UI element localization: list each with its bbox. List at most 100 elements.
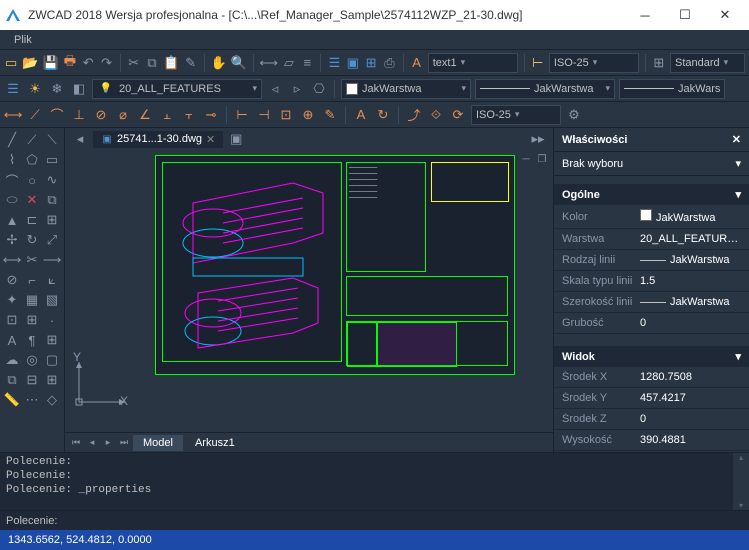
match-icon[interactable]: ✎ xyxy=(183,54,197,72)
new-tab-icon[interactable]: ▣ xyxy=(227,130,245,148)
layer-dropdown[interactable]: 💡 20_ALL_FEATURES▾ xyxy=(92,79,262,99)
redo-icon[interactable]: ↷ xyxy=(99,54,113,72)
copy-icon[interactable]: ⧉ xyxy=(145,54,159,72)
dim-baseline-icon[interactable]: ⫟ xyxy=(180,106,198,124)
center-mark-icon[interactable]: ⊕ xyxy=(299,106,317,124)
zoom-icon[interactable]: 🔍 xyxy=(231,54,247,72)
linetype-dropdown[interactable]: JakWarstwa▾ xyxy=(475,79,615,99)
property-row[interactable]: KolorJakWarstwa xyxy=(554,205,749,229)
move-icon[interactable]: ✢ xyxy=(3,231,21,249)
undo-icon[interactable]: ↶ xyxy=(81,54,95,72)
dim-linear-icon[interactable]: ⟷ xyxy=(4,106,22,124)
table-icon[interactable]: ⊞ xyxy=(652,54,666,72)
tab-nav-right[interactable]: ▸▸ xyxy=(529,130,547,148)
spline-icon[interactable]: ∿ xyxy=(43,171,61,189)
tool1-icon[interactable]: ⎙ xyxy=(382,54,396,72)
revcloud-icon[interactable]: ☁ xyxy=(3,351,21,369)
list-icon[interactable]: ≡ xyxy=(300,54,314,72)
dim-aligned-icon[interactable]: ⟋ xyxy=(26,106,44,124)
distance-icon[interactable]: ⟷ xyxy=(260,54,278,72)
explode-icon[interactable]: ✦ xyxy=(3,291,21,309)
layer-freeze-icon[interactable]: ❄ xyxy=(48,80,66,98)
pan-icon[interactable]: ✋ xyxy=(211,54,227,72)
break-icon[interactable]: ⊘ xyxy=(3,271,21,289)
dim-quick-icon[interactable]: ⫠ xyxy=(158,106,176,124)
save-icon[interactable]: 💾 xyxy=(43,54,59,72)
text-tool-icon[interactable]: A xyxy=(3,331,21,349)
rectangle-icon[interactable]: ▭ xyxy=(43,151,61,169)
dim-arc-icon[interactable]: ⌒ xyxy=(48,106,66,124)
layer-tool-icon[interactable]: ⎔ xyxy=(310,80,328,98)
command-input[interactable] xyxy=(61,515,743,527)
cut-icon[interactable]: ✂ xyxy=(127,54,141,72)
model-tab[interactable]: Model xyxy=(133,435,183,451)
dim-update-icon[interactable]: ↻ xyxy=(374,106,392,124)
xline-icon[interactable]: ⟍ xyxy=(43,131,61,149)
dim-style-manager-icon[interactable]: ⚙ xyxy=(565,106,583,124)
open-icon[interactable]: 📂 xyxy=(22,54,38,72)
chamfer-icon[interactable]: ⟀ xyxy=(43,271,61,289)
color-dropdown[interactable]: JakWarstwa▾ xyxy=(341,79,471,99)
polygon-icon[interactable]: ⬠ xyxy=(23,151,41,169)
draworder-icon[interactable]: ⧉ xyxy=(3,371,21,389)
tab-close-icon[interactable]: ✕ xyxy=(206,133,215,146)
arc-icon[interactable]: ⌒ xyxy=(3,171,21,189)
dim-icon[interactable]: ⊢ xyxy=(531,54,545,72)
print-icon[interactable]: 🖶 xyxy=(63,54,77,72)
group-icon[interactable]: ⊟ xyxy=(23,371,41,389)
layer-next-icon[interactable]: ▹ xyxy=(288,80,306,98)
erase-icon[interactable]: ✕ xyxy=(23,191,41,209)
point-icon[interactable]: · xyxy=(43,311,61,329)
mdi-restore[interactable]: ❐ xyxy=(535,152,549,166)
dim-continue-icon[interactable]: ⊸ xyxy=(202,106,220,124)
property-row[interactable]: Środek Y457.4217 xyxy=(554,388,749,409)
text-icon[interactable]: A xyxy=(409,54,423,72)
layout-tab-1[interactable]: Arkusz1 xyxy=(185,435,245,451)
layer-prev-icon[interactable]: ◃ xyxy=(266,80,284,98)
line-icon[interactable]: ╱ xyxy=(3,131,21,149)
area-icon[interactable]: ▱ xyxy=(282,54,296,72)
command-history[interactable]: Polecenie:Polecenie:Polecenie: _properti… xyxy=(0,453,733,510)
dim-style-dropdown[interactable]: ISO-25▾ xyxy=(549,53,639,73)
copy-obj-icon[interactable]: ⧉ xyxy=(43,191,61,209)
dim-ordinate-icon[interactable]: ⊥ xyxy=(70,106,88,124)
property-row[interactable]: Środek X1280.7508 xyxy=(554,367,749,388)
tab-prev[interactable]: ◂ xyxy=(85,436,99,450)
new-icon[interactable]: ▭ xyxy=(4,54,18,72)
hatch-icon[interactable]: ▦ xyxy=(23,291,41,309)
drawing-canvas[interactable]: ─ ❐ xyxy=(65,150,553,432)
table-style-dropdown[interactable]: Standard▾ xyxy=(670,53,745,73)
mdi-minimize[interactable]: ─ xyxy=(519,152,533,166)
array-icon[interactable]: ⊞ xyxy=(43,211,61,229)
property-row[interactable]: Skala typu linii1.5 xyxy=(554,271,749,292)
properties-icon[interactable]: ▣ xyxy=(346,54,360,72)
dim-style2-dropdown[interactable]: ISO-25▾ xyxy=(471,105,561,125)
section-general[interactable]: Ogólne ▾ xyxy=(554,184,749,205)
trim-icon[interactable]: ✂ xyxy=(23,251,41,269)
tolerance-icon[interactable]: ⊡ xyxy=(277,106,295,124)
layer-state-icon[interactable]: ☀ xyxy=(26,80,44,98)
donut-icon[interactable]: ◎ xyxy=(23,351,41,369)
insert-icon[interactable]: ⊞ xyxy=(23,311,41,329)
close-button[interactable]: ✕ xyxy=(705,0,745,30)
offset-icon[interactable]: ⊏ xyxy=(23,211,41,229)
tab-nav-left[interactable]: ◂ xyxy=(71,130,89,148)
dim-space-icon[interactable]: ⊢ xyxy=(233,106,251,124)
measure-icon[interactable]: 📏 xyxy=(3,391,21,409)
mtext-icon[interactable]: ¶ xyxy=(23,331,41,349)
stretch-icon[interactable]: ⟷ xyxy=(3,251,21,269)
lineweight-dropdown[interactable]: JakWars xyxy=(619,79,725,99)
scale-icon[interactable]: ⤢ xyxy=(43,231,61,249)
block-icon[interactable]: ⊡ xyxy=(3,311,21,329)
tab-next[interactable]: ▸ xyxy=(101,436,115,450)
xref-icon[interactable]: ⊞ xyxy=(364,54,378,72)
mirror-icon[interactable]: ▲ xyxy=(3,211,21,229)
properties-close-icon[interactable]: ✕ xyxy=(732,133,741,146)
layer-color-icon[interactable]: ◧ xyxy=(70,80,88,98)
divide-icon[interactable]: ⋯ xyxy=(23,391,41,409)
ellipse-icon[interactable]: ⬭ xyxy=(3,191,21,209)
menu-file[interactable]: Plik xyxy=(6,32,40,48)
dim-jog-icon[interactable]: ⤴ xyxy=(405,106,423,124)
circle-icon[interactable]: ○ xyxy=(23,171,41,189)
region-icon[interactable]: ▧ xyxy=(43,291,61,309)
